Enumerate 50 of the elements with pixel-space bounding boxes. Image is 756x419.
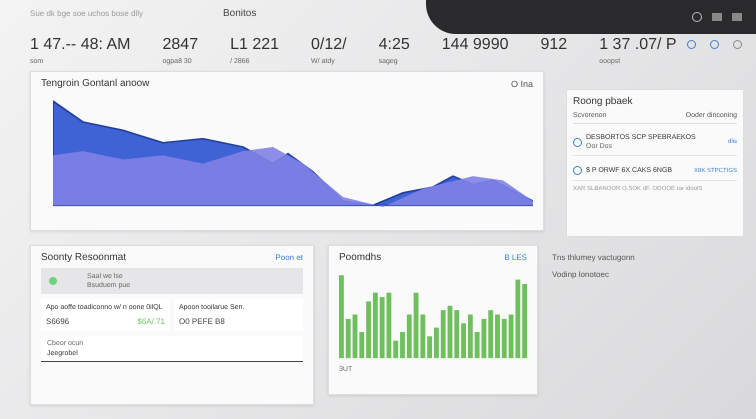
card-title: Tengroin Gontanl anoow [41,78,150,89]
chart-bar [495,314,500,358]
chart-bar [386,292,392,358]
chart-bar [474,332,480,358]
stat-value: 4:25 [378,36,410,54]
chart-bar [352,314,358,358]
chart-bar [372,292,378,358]
stat-value: 912 [540,36,568,54]
header-subtitle: Sue dk bge soe uchos bose dlly [30,8,143,18]
chart-bar [454,310,460,358]
chart-bar [346,318,351,358]
chart-bar [380,297,385,358]
chart-bar [420,314,426,358]
card-title: Soonty Resoonmat [41,252,126,263]
stat-value: 2847 [162,36,198,54]
panel-title: Roong pbaek [573,96,634,107]
chart-bar [508,314,514,358]
tile-change: $6A/.71 [137,317,165,326]
status-icon[interactable] [687,40,696,49]
card-link[interactable]: B LES [504,253,527,262]
chart-bar [434,328,439,358]
note-text: Tns thlumey vactugonn [552,253,635,262]
chart-legend: O Ina [510,78,533,88]
clock-icon [692,12,702,22]
status-icon[interactable] [710,40,719,49]
stat-value: 1 37 .07/ P [599,36,677,54]
chart-bar [488,310,494,358]
chart-bar [366,301,371,358]
tile-value: O0 PEFE B8 [179,317,225,326]
chart-bar [414,292,418,358]
note-text: Vodinp lonotoec [552,270,610,279]
stat-value: L1 221 [230,36,280,54]
chart-bar [400,332,405,358]
card-link[interactable]: Poon et [275,253,303,262]
chart-bar [406,314,412,358]
chart-bar [502,318,507,358]
chart-bar [448,306,452,358]
window-title: Bonitos [222,8,256,18]
chart-bar [482,318,486,358]
tile-value: S6696 [46,317,70,326]
stat-value: 144 9990 [442,36,508,54]
chart-bar [427,336,432,358]
chart-bar [461,323,466,358]
chart-bar [440,310,446,358]
stat-value: 1 47.-- 48: AM [30,36,130,54]
chart-bar [468,314,473,358]
card-title: Poomdhs [339,252,382,263]
chart-bar [359,332,364,358]
stat-value: 0/12/ [311,36,347,54]
chart-bar [393,340,398,358]
